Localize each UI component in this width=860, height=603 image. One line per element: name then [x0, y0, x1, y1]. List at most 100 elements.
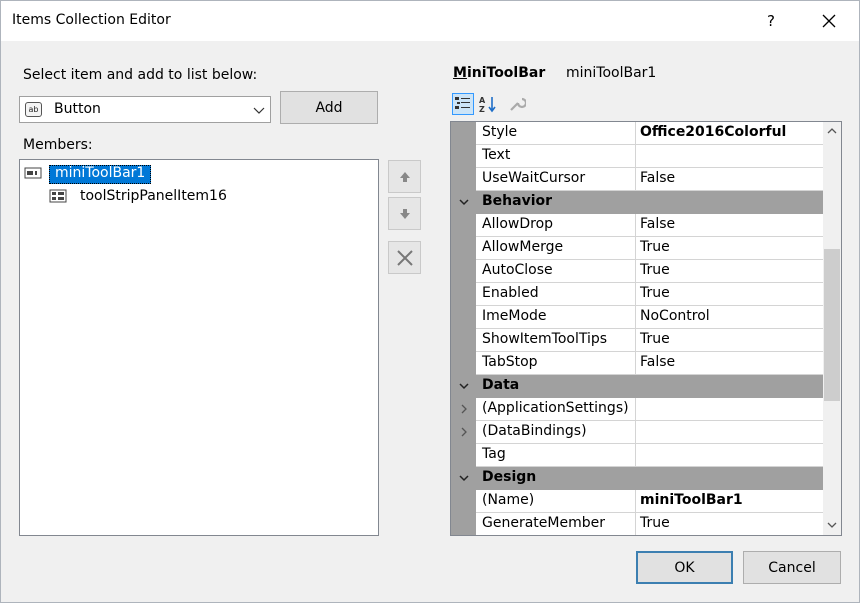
property-value[interactable] — [636, 421, 823, 444]
property-value[interactable]: True — [636, 260, 823, 283]
chevron-down-icon — [827, 522, 837, 528]
property-row[interactable]: GenerateMember True — [451, 513, 823, 535]
property-value[interactable] — [636, 398, 823, 421]
title-bar: Items Collection Editor ? — [1, 1, 859, 41]
scroll-up-button[interactable] — [823, 122, 841, 140]
member-item-minitoolbar1[interactable]: miniToolBar1 — [20, 163, 378, 184]
property-name: (ApplicationSettings) — [476, 398, 636, 421]
item-type-selected: Button — [54, 101, 101, 117]
row-gutter — [451, 145, 476, 168]
row-gutter — [451, 283, 476, 306]
row-gutter — [451, 329, 476, 352]
chevron-down-icon — [253, 107, 265, 114]
property-value[interactable]: False — [636, 214, 823, 237]
category-label: Behavior — [482, 193, 553, 209]
property-value[interactable]: True — [636, 283, 823, 306]
property-value[interactable] — [636, 444, 823, 467]
items-collection-editor-dialog: Items Collection Editor ? Select item an… — [0, 0, 860, 603]
property-value[interactable]: True — [636, 513, 823, 535]
property-name: (Name) — [476, 490, 636, 513]
property-value[interactable]: miniToolBar1 — [636, 490, 823, 513]
row-gutter — [451, 168, 476, 191]
property-value[interactable]: True — [636, 237, 823, 260]
arrow-down-icon — [399, 208, 410, 219]
row-gutter — [451, 306, 476, 329]
sort-az-icon: A Z — [479, 96, 496, 114]
close-button[interactable] — [806, 1, 852, 41]
members-list[interactable]: miniToolBar1 toolStripPanelItem16 — [19, 159, 379, 536]
ok-button[interactable]: OK — [636, 551, 733, 584]
property-row[interactable]: AllowDrop False — [451, 214, 823, 237]
property-row[interactable]: ShowItemToolTips True — [451, 329, 823, 352]
category-behavior[interactable]: Behavior — [451, 191, 823, 214]
property-value[interactable]: False — [636, 352, 823, 375]
property-value[interactable]: False — [636, 168, 823, 191]
property-name: Enabled — [476, 283, 636, 306]
member-label: toolStripPanelItem16 — [80, 188, 227, 204]
scroll-thumb[interactable] — [824, 249, 840, 401]
move-down-button[interactable] — [388, 197, 421, 230]
select-item-label: Select item and add to list below: — [23, 67, 258, 83]
row-gutter — [451, 352, 476, 375]
move-up-button[interactable] — [388, 160, 421, 193]
property-pages-button[interactable] — [506, 93, 528, 115]
chevron-right-icon[interactable] — [458, 426, 470, 438]
remove-button[interactable] — [388, 241, 421, 274]
property-value[interactable]: NoControl — [636, 306, 823, 329]
help-button[interactable]: ? — [748, 1, 794, 41]
property-row[interactable]: Enabled True — [451, 283, 823, 306]
property-row[interactable]: Style Office2016Colorful — [451, 122, 823, 145]
property-name: GenerateMember — [476, 513, 636, 535]
property-value[interactable]: Office2016Colorful — [636, 122, 823, 145]
property-name: UseWaitCursor — [476, 168, 636, 191]
property-grid[interactable]: Style Office2016Colorful Text UseWaitCursor… — [450, 121, 842, 536]
row-gutter — [451, 421, 476, 444]
alphabetical-button[interactable]: A Z — [477, 93, 499, 115]
svg-text:A: A — [479, 96, 486, 105]
row-gutter — [451, 214, 476, 237]
property-name: AllowDrop — [476, 214, 636, 237]
category-data[interactable]: Data — [451, 375, 823, 398]
row-gutter — [451, 490, 476, 513]
row-gutter — [451, 398, 476, 421]
member-label: miniToolBar1 — [49, 165, 152, 184]
property-row[interactable]: TabStop False — [451, 352, 823, 375]
property-row[interactable]: ImeMode NoControl — [451, 306, 823, 329]
property-name: Text — [476, 145, 636, 168]
property-name: Style — [476, 122, 636, 145]
row-gutter — [451, 122, 476, 145]
row-gutter — [451, 237, 476, 260]
category-design[interactable]: Design — [451, 467, 823, 490]
chevron-down-icon — [459, 475, 469, 482]
delete-icon — [396, 249, 413, 266]
cancel-button[interactable]: Cancel — [743, 551, 841, 584]
property-value[interactable] — [636, 145, 823, 168]
object-name-label: miniToolBar1 — [566, 65, 657, 81]
add-button[interactable]: Add — [280, 91, 378, 124]
window-title: Items Collection Editor — [12, 12, 171, 28]
chevron-right-icon[interactable] — [458, 403, 470, 415]
property-row[interactable]: (DataBindings) — [451, 421, 823, 444]
svg-text:Z: Z — [479, 105, 485, 114]
property-row[interactable]: AutoClose True — [451, 260, 823, 283]
property-name: Tag — [476, 444, 636, 467]
property-row[interactable]: Text — [451, 145, 823, 168]
property-row[interactable]: (Name) miniToolBar1 — [451, 490, 823, 513]
toolbar-icon — [24, 167, 42, 179]
categorized-button[interactable] — [452, 93, 474, 115]
property-row[interactable]: UseWaitCursor False — [451, 168, 823, 191]
item-type-combobox[interactable]: ab Button — [19, 96, 271, 123]
property-row[interactable]: Tag — [451, 444, 823, 467]
property-grid-scrollbar[interactable] — [823, 122, 841, 535]
property-row[interactable]: AllowMerge True — [451, 237, 823, 260]
member-item-toolstrippanelitem16[interactable]: toolStripPanelItem16 — [20, 186, 378, 207]
property-row[interactable]: (ApplicationSettings) — [451, 398, 823, 421]
scroll-down-button[interactable] — [823, 516, 841, 534]
property-name: ImeMode — [476, 306, 636, 329]
row-gutter — [451, 444, 476, 467]
chevron-down-icon — [459, 199, 469, 206]
wrench-icon — [510, 97, 526, 111]
property-grid-toolbar: A Z — [450, 91, 550, 118]
arrow-up-icon — [399, 171, 410, 182]
property-value[interactable]: True — [636, 329, 823, 352]
